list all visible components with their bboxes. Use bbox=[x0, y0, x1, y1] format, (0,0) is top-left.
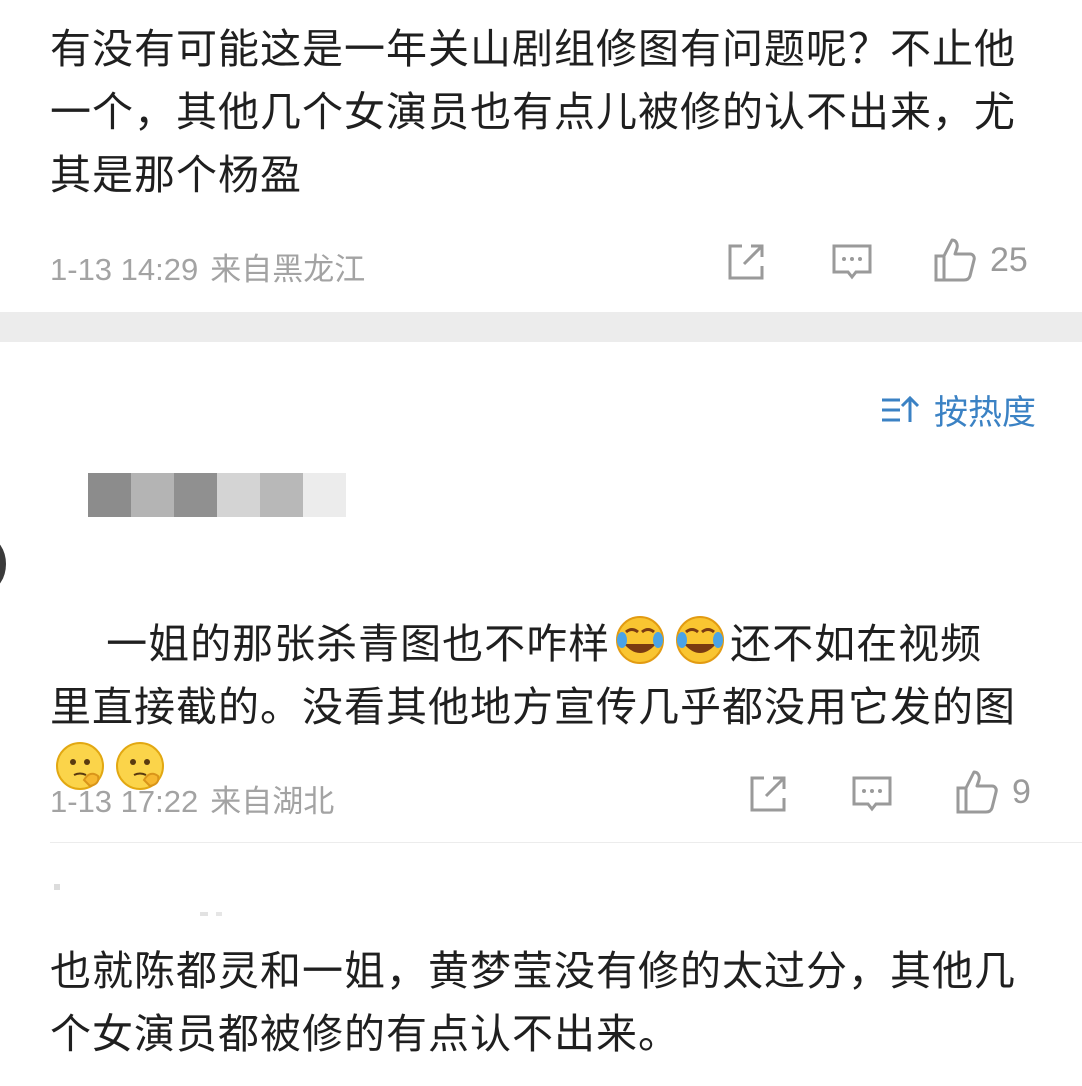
section-divider bbox=[0, 312, 1082, 342]
comment-time: 1-13 17:22 bbox=[50, 784, 199, 819]
sort-button[interactable]: 按热度 bbox=[880, 385, 1036, 434]
thumbs-up-icon bbox=[956, 770, 998, 814]
comment-text-part-1: 一姐的那张杀青图也不咋样 bbox=[106, 620, 611, 668]
comment-time: 1-13 14:29 bbox=[50, 252, 199, 287]
share-icon bbox=[728, 244, 764, 280]
laugh-cry-emoji bbox=[676, 616, 725, 664]
comment-location: 来自湖北 bbox=[210, 784, 335, 820]
like-count: 25 bbox=[990, 240, 1028, 279]
comment-meta: 1-13 14:29 来自黑龙江 bbox=[50, 244, 365, 289]
comment-divider bbox=[50, 842, 1082, 843]
laugh-cry-emoji bbox=[616, 616, 665, 664]
comment-icon bbox=[852, 776, 892, 812]
share-button[interactable] bbox=[724, 240, 768, 284]
comment-button[interactable] bbox=[830, 240, 874, 284]
sort-label: 按热度 bbox=[934, 393, 1036, 433]
like-button[interactable]: 25 bbox=[932, 236, 1028, 284]
comment-text: 有没有可能这是一年关山剧组修图有问题呢？不止他一个，其他几个女演员也有点儿被修的… bbox=[50, 25, 1016, 199]
username-blurred[interactable] bbox=[88, 473, 346, 517]
like-count: 9 bbox=[1012, 772, 1031, 811]
comment-icon bbox=[832, 244, 872, 280]
username-blurred[interactable] bbox=[50, 880, 230, 920]
like-button[interactable]: 9 bbox=[954, 768, 1031, 816]
comment-card-3: 也就陈都灵和一姐，黄梦莹没有修的太过分，其他几个女演员都被修的有点认不出来。 bbox=[0, 940, 1082, 1086]
thumbs-up-icon bbox=[934, 238, 976, 282]
comment-button[interactable] bbox=[850, 772, 894, 816]
comment-text: 也就陈都灵和一姐，黄梦莹没有修的太过分，其他几个女演员都被修的有点认不出来。 bbox=[50, 947, 1016, 1058]
comment-location: 来自黑龙江 bbox=[210, 252, 366, 288]
comment-meta: 1-13 17:22 来自湖北 bbox=[50, 776, 334, 821]
share-icon bbox=[750, 776, 786, 812]
sort-icon bbox=[882, 395, 920, 422]
share-button[interactable] bbox=[746, 772, 790, 816]
comment-card-1: 有没有可能这是一年关山剧组修图有问题呢？不止他一个，其他几个女演员也有点儿被修的… bbox=[0, 0, 1082, 312]
comment-card-2: 一姐的那张杀青图也不咋样 还不如在视频里直接截的。没看其他地方宣传几乎都没用它发的… bbox=[0, 540, 1082, 840]
